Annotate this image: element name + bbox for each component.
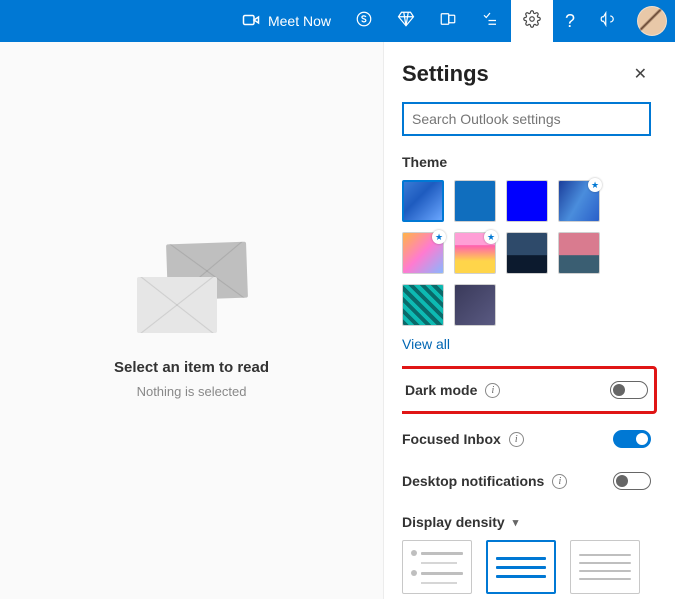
main-area: Select an item to read Nothing is select… bbox=[0, 42, 675, 599]
chevron-down-icon: ▾ bbox=[513, 516, 519, 529]
search-input[interactable] bbox=[402, 102, 651, 136]
settings-button[interactable] bbox=[511, 0, 553, 42]
theme-tile[interactable] bbox=[402, 180, 444, 222]
help-button[interactable]: ? bbox=[553, 0, 587, 42]
density-compact[interactable] bbox=[570, 540, 640, 594]
dark-mode-highlight: Dark mode i bbox=[402, 366, 657, 414]
premium-button[interactable] bbox=[385, 0, 427, 42]
theme-tile[interactable]: ★ bbox=[558, 180, 600, 222]
view-all-label: View all bbox=[402, 336, 450, 352]
video-camera-icon bbox=[242, 11, 260, 32]
theme-tile[interactable] bbox=[402, 284, 444, 326]
gear-icon bbox=[523, 10, 541, 33]
theme-grid: ★ ★ ★ bbox=[402, 180, 651, 326]
theme-label: Theme bbox=[402, 154, 651, 170]
skype-icon bbox=[355, 10, 373, 33]
star-icon: ★ bbox=[588, 178, 602, 192]
reading-pane-subtitle: Nothing is selected bbox=[137, 384, 247, 399]
close-icon: ✕ bbox=[634, 66, 647, 83]
reading-pane-title: Select an item to read bbox=[114, 359, 269, 376]
focused-inbox-toggle[interactable] bbox=[613, 430, 651, 448]
help-icon: ? bbox=[565, 11, 575, 32]
info-icon[interactable]: i bbox=[552, 474, 567, 489]
outlook-app-button[interactable] bbox=[427, 0, 469, 42]
info-icon[interactable]: i bbox=[509, 432, 524, 447]
settings-panel: Settings ✕ Theme ★ ★ ★ View all Dark mode … bbox=[384, 42, 675, 599]
dark-mode-toggle[interactable] bbox=[610, 381, 648, 399]
meet-now-button[interactable]: Meet Now bbox=[230, 0, 343, 42]
whats-new-button[interactable] bbox=[587, 0, 629, 42]
meet-now-label: Meet Now bbox=[268, 13, 331, 29]
theme-tile[interactable] bbox=[558, 232, 600, 274]
density-full[interactable] bbox=[402, 540, 472, 594]
top-bar: Meet Now ? bbox=[0, 0, 675, 42]
focused-inbox-label: Focused Inbox bbox=[402, 431, 501, 447]
theme-tile[interactable] bbox=[454, 180, 496, 222]
theme-tile[interactable] bbox=[506, 232, 548, 274]
diamond-icon bbox=[397, 10, 415, 33]
theme-tile[interactable] bbox=[506, 180, 548, 222]
theme-tile[interactable]: ★ bbox=[402, 232, 444, 274]
info-icon[interactable]: i bbox=[485, 383, 500, 398]
settings-title: Settings bbox=[402, 61, 489, 87]
skype-button[interactable] bbox=[343, 0, 385, 42]
dark-mode-label: Dark mode bbox=[405, 382, 477, 398]
reading-pane: Select an item to read Nothing is select… bbox=[0, 42, 384, 599]
outlook-icon bbox=[439, 10, 457, 33]
focused-inbox-row: Focused Inbox i bbox=[402, 418, 651, 460]
megaphone-icon bbox=[599, 10, 617, 33]
view-all-themes-link[interactable]: View all bbox=[402, 336, 450, 352]
star-icon: ★ bbox=[484, 230, 498, 244]
density-medium[interactable] bbox=[486, 540, 556, 594]
dark-mode-row: Dark mode i bbox=[405, 369, 648, 411]
desktop-notifications-row: Desktop notifications i bbox=[402, 460, 651, 502]
star-icon: ★ bbox=[432, 230, 446, 244]
display-density-label: Display density bbox=[402, 514, 505, 530]
theme-tile[interactable] bbox=[454, 284, 496, 326]
empty-state-illustration bbox=[137, 243, 247, 333]
desktop-notifications-toggle[interactable] bbox=[613, 472, 651, 490]
todo-button[interactable] bbox=[469, 0, 511, 42]
theme-tile[interactable]: ★ bbox=[454, 232, 496, 274]
close-button[interactable]: ✕ bbox=[630, 60, 651, 88]
todo-icon bbox=[481, 10, 499, 33]
avatar[interactable] bbox=[637, 6, 667, 36]
desktop-notifications-label: Desktop notifications bbox=[402, 473, 544, 489]
display-density-options bbox=[402, 540, 651, 594]
